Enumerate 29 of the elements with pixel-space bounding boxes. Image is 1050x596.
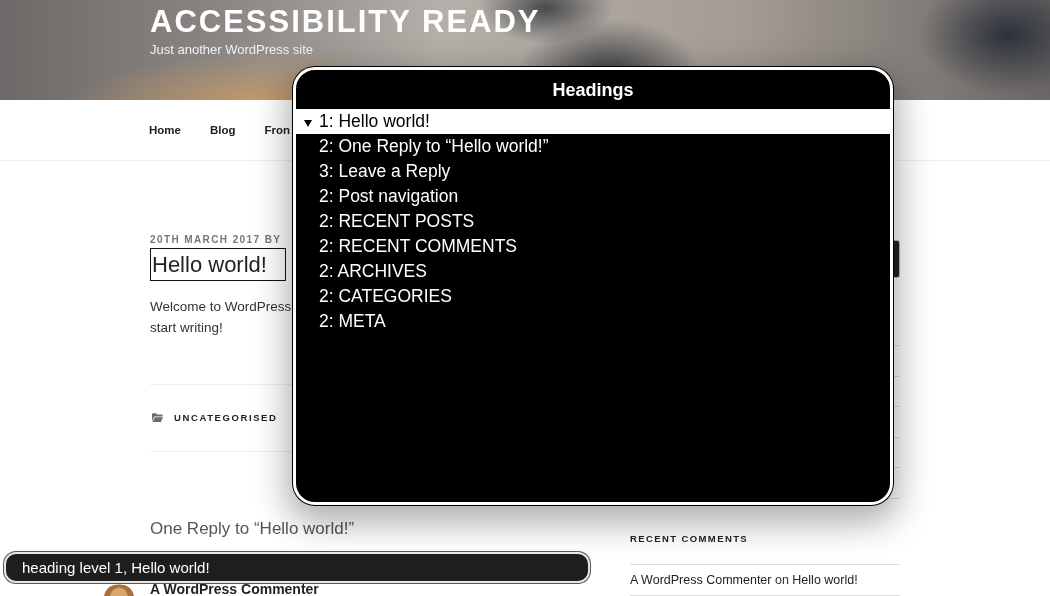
menu-item[interactable]: 2: ARCHIVES bbox=[296, 259, 890, 284]
post-excerpt: start writing! bbox=[150, 319, 223, 337]
site-tagline: Just another WordPress site bbox=[150, 42, 314, 58]
post-meta: 20TH MARCH 2017 BY bbox=[150, 233, 282, 247]
nav-link[interactable]: Home bbox=[149, 124, 181, 136]
avatar-icon bbox=[104, 584, 134, 596]
menu-item[interactable]: 2: RECENT COMMENTS bbox=[296, 234, 890, 259]
menu-title: Headings bbox=[552, 78, 634, 101]
post-title: Hello world! bbox=[150, 248, 286, 281]
menu-item[interactable]: 1: Hello world! bbox=[296, 109, 890, 134]
folder-icon bbox=[152, 412, 163, 422]
widget-title: RECENT COMMENTS bbox=[630, 531, 749, 546]
comment-author-link[interactable]: A WordPress Commenter bbox=[630, 572, 772, 587]
menu-item[interactable]: 2: One Reply to “Hello world!” bbox=[296, 134, 890, 159]
menu-item[interactable]: 3: Leave a Reply bbox=[296, 159, 890, 184]
recent-comment: A WordPress Commenter on Hello world! bbox=[630, 571, 858, 589]
menu-item[interactable]: 2: CATEGORIES bbox=[296, 284, 890, 309]
comments-title: One Reply to “Hello world!” bbox=[150, 518, 355, 540]
post-excerpt: Welcome to WordPress bbox=[150, 298, 292, 316]
triangle-icon bbox=[304, 120, 312, 127]
category-link[interactable]: UNCATEGORISED bbox=[174, 411, 278, 423]
menu-item[interactable]: 2: Post navigation bbox=[296, 184, 890, 209]
menu-item[interactable]: 2: META bbox=[296, 309, 890, 334]
nav-link[interactable]: Blog bbox=[209, 124, 236, 136]
post-link[interactable]: Hello world! bbox=[792, 572, 858, 587]
speech-caption: heading level 1, Hello world! bbox=[4, 552, 590, 583]
nav-link[interactable]: Fron bbox=[264, 124, 291, 136]
comment-author: A WordPress Commenter bbox=[150, 582, 319, 596]
menu-item[interactable]: 2: RECENT POSTS bbox=[296, 209, 890, 234]
